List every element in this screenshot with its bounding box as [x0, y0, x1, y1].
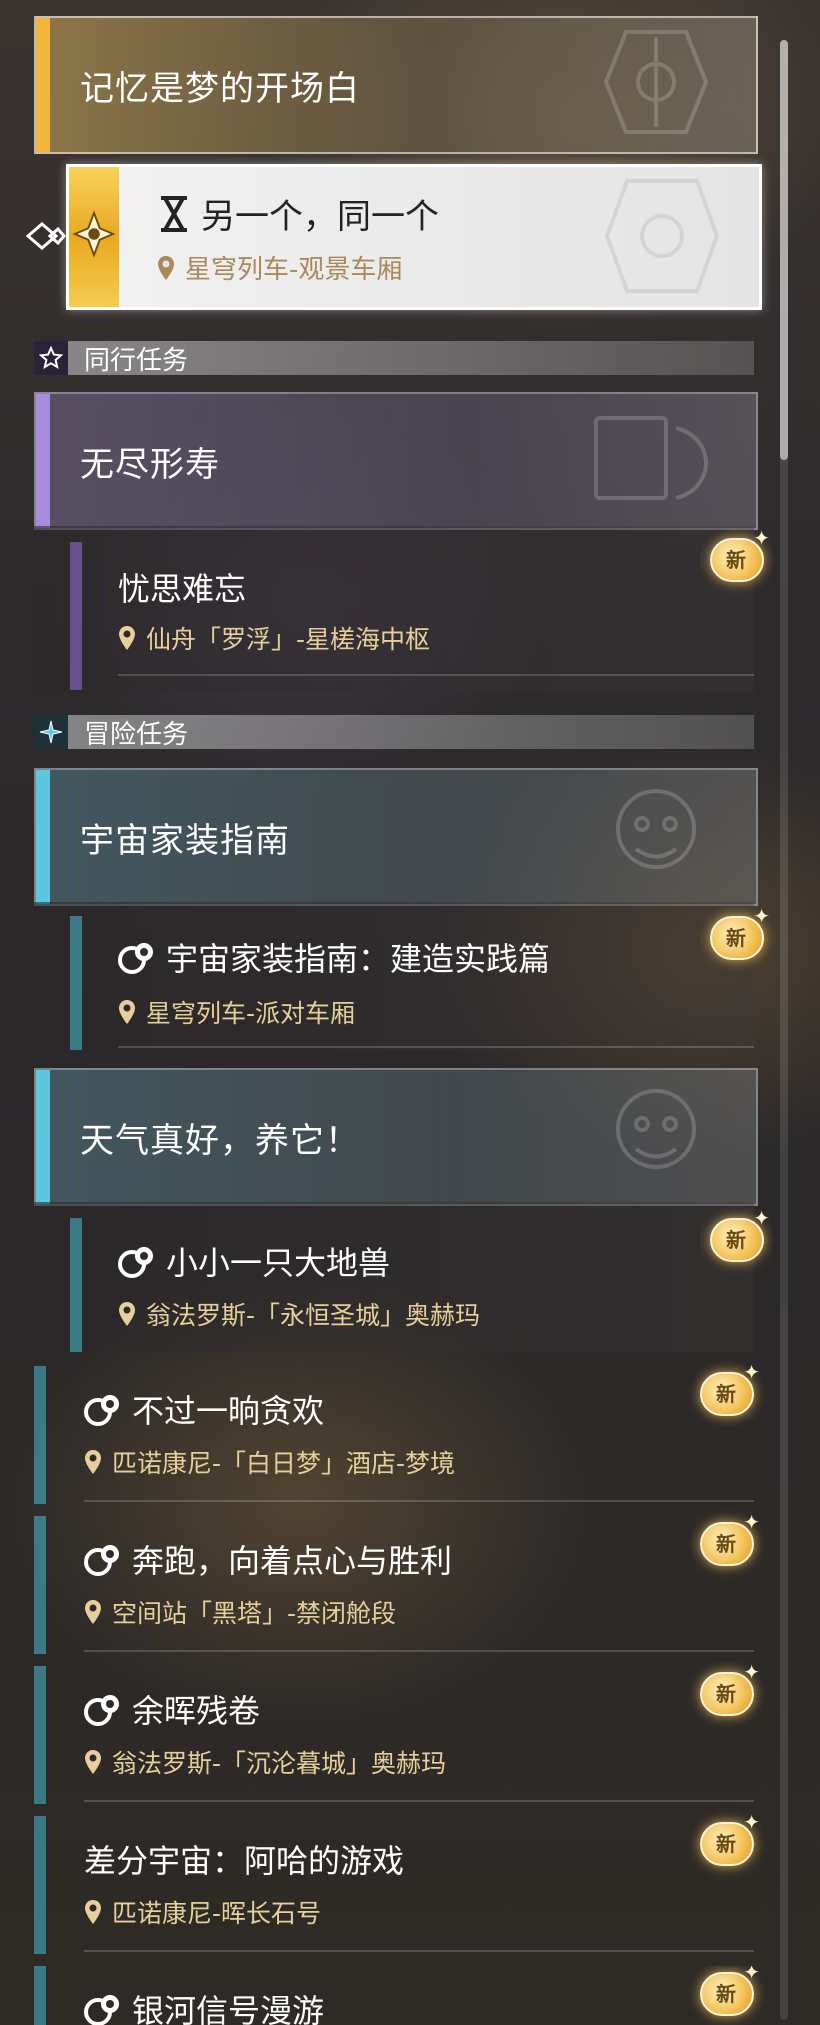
adventure-item-bar — [34, 1516, 46, 1654]
companion-emblem-icon — [594, 416, 708, 500]
location-pin-icon — [85, 1450, 101, 1474]
adventure-item-title: 不过一晌贪欢 — [132, 1392, 325, 1430]
compass-star-icon — [72, 210, 116, 258]
divider — [84, 1650, 754, 1652]
location-pin-icon — [85, 1750, 101, 1774]
adventure-item-bar — [70, 1218, 82, 1352]
adventure-quest-icon — [118, 1247, 153, 1278]
adventure-group-title: 宇宙家装指南 — [80, 820, 290, 861]
new-badge: 新 ✦ — [700, 1966, 760, 2016]
divider — [84, 1800, 754, 1802]
hourglass-icon — [161, 195, 187, 232]
adventure-group-header[interactable]: 天气真好，养它！ — [34, 1068, 758, 1206]
adventure-emblem-icon — [616, 1089, 696, 1169]
new-badge: 新 ✦ — [700, 1810, 760, 1866]
companion-item-location: 仙舟「罗浮」-星槎海中枢 — [146, 625, 431, 654]
adventure-item-bar — [34, 1966, 46, 2025]
selected-subquest-card[interactable]: 另一个，同一个 星穹列车-观景车厢 — [66, 164, 762, 310]
adventure-quest-icon — [84, 1395, 119, 1426]
list-item[interactable]: 差分宇宙：阿哈的游戏 匹诺康尼-晖长石号 新 ✦ — [34, 1810, 774, 1966]
adventure-item-title: 小小一只大地兽 — [166, 1244, 391, 1282]
divider — [84, 1500, 754, 1502]
list-item[interactable]: 宇宙家装指南：建造实践篇 星穹列车-派对车厢 新 ✦ — [34, 902, 770, 1050]
location-pin-icon — [85, 1600, 101, 1624]
section-companion-quests: 同行任务 — [34, 341, 754, 376]
adventure-item-bar — [34, 1666, 46, 1804]
main-quest-accent-stripe — [36, 18, 50, 152]
new-badge: 新 ✦ — [710, 1206, 770, 1262]
selected-indicator-icon — [25, 218, 66, 254]
location-pin-icon — [85, 1900, 101, 1924]
adventure-item-title: 银河信号漫游 — [132, 1992, 325, 2025]
section-adventure-label: 冒险任务 — [84, 719, 189, 750]
companion-item-title: 忧思难忘 — [118, 570, 247, 608]
adventure-quest-icon — [84, 1545, 119, 1576]
selected-subquest-emblem-icon — [604, 179, 720, 293]
adventure-item-bar — [34, 1366, 46, 1504]
selected-subquest-gold-tab — [69, 167, 119, 307]
adventure-quest-icon — [118, 943, 153, 974]
selected-subquest-location: 星穹列车-观景车厢 — [185, 255, 403, 285]
list-item[interactable]: 忧思难忘 仙舟「罗浮」-星槎海中枢 新 ✦ — [34, 526, 770, 692]
companion-group-title: 无尽形寿 — [80, 444, 220, 485]
list-item[interactable]: 奔跑，向着点心与胜利 空间站「黑塔」-禁闭舱段 新 ✦ — [34, 1510, 774, 1666]
adventure-item-title: 余晖残卷 — [132, 1692, 261, 1730]
divider — [84, 1950, 754, 1952]
section-adventure-quests: 冒险任务 — [34, 715, 754, 750]
list-item[interactable]: 小小一只大地兽 翁法罗斯-「永恒圣城」奥赫玛 新 ✦ — [34, 1202, 770, 1352]
adventure-accent-stripe — [36, 770, 50, 904]
location-pin-icon — [119, 1000, 135, 1024]
adventure-group-header[interactable]: 宇宙家装指南 — [34, 768, 758, 906]
location-pin-icon — [119, 1302, 135, 1326]
adventure-emblem-icon — [616, 789, 696, 869]
list-item[interactable]: 余晖残卷 翁法罗斯-「沉沦暮城」奥赫玛 新 ✦ — [34, 1660, 774, 1816]
companion-accent-stripe — [36, 394, 50, 528]
new-badge: 新 ✦ — [700, 1510, 760, 1566]
adventure-item-location: 星穹列车-派对车厢 — [146, 999, 356, 1028]
new-badge: 新 ✦ — [700, 1660, 760, 1716]
adventure-group-title: 天气真好，养它！ — [80, 1120, 360, 1161]
adventure-quest-icon — [84, 1995, 119, 2025]
divider — [118, 1046, 754, 1048]
adventure-item-title: 奔跑，向着点心与胜利 — [132, 1542, 453, 1580]
adventure-item-title: 差分宇宙：阿哈的游戏 — [84, 1842, 405, 1880]
selected-subquest-title: 另一个，同一个 — [201, 197, 439, 237]
adventure-item-location: 匹诺康尼-「白日梦」酒店-梦境 — [112, 1449, 456, 1478]
main-quest-emblem-icon — [603, 30, 709, 134]
location-pin-icon — [158, 255, 174, 280]
location-pin-icon — [119, 626, 135, 650]
list-item[interactable]: 银河信号漫游 新 ✦ — [34, 1966, 774, 2025]
adventure-item-location: 匹诺康尼-晖长石号 — [112, 1899, 322, 1928]
star-icon — [34, 341, 68, 375]
adventure-item-title: 宇宙家装指南：建造实践篇 — [166, 940, 551, 978]
scrollbar-thumb[interactable] — [780, 40, 788, 460]
section-companion-label: 同行任务 — [84, 345, 189, 376]
new-badge: 新 ✦ — [710, 904, 770, 960]
adventure-item-location: 空间站「黑塔」-禁闭舱段 — [112, 1599, 397, 1628]
divider — [118, 674, 754, 676]
adventure-item-bar — [70, 916, 82, 1050]
companion-quest-header[interactable]: 无尽形寿 — [34, 392, 758, 530]
adventure-item-bar — [34, 1816, 46, 1954]
new-badge: 新 ✦ — [710, 526, 770, 582]
adventure-item-location: 翁法罗斯-「沉沦暮城」奥赫玛 — [112, 1749, 447, 1778]
sparkle-icon — [34, 715, 68, 749]
main-quest-header[interactable]: 记忆是梦的开场白 — [34, 16, 758, 154]
main-quest-title: 记忆是梦的开场白 — [80, 68, 360, 109]
list-item[interactable]: 不过一晌贪欢 匹诺康尼-「白日梦」酒店-梦境 新 ✦ — [34, 1360, 774, 1516]
new-badge: 新 ✦ — [700, 1360, 760, 1416]
adventure-item-location: 翁法罗斯-「永恒圣城」奥赫玛 — [146, 1301, 481, 1330]
adventure-quest-icon — [84, 1695, 119, 1726]
adventure-accent-stripe — [36, 1070, 50, 1204]
companion-item-bar — [70, 542, 82, 690]
